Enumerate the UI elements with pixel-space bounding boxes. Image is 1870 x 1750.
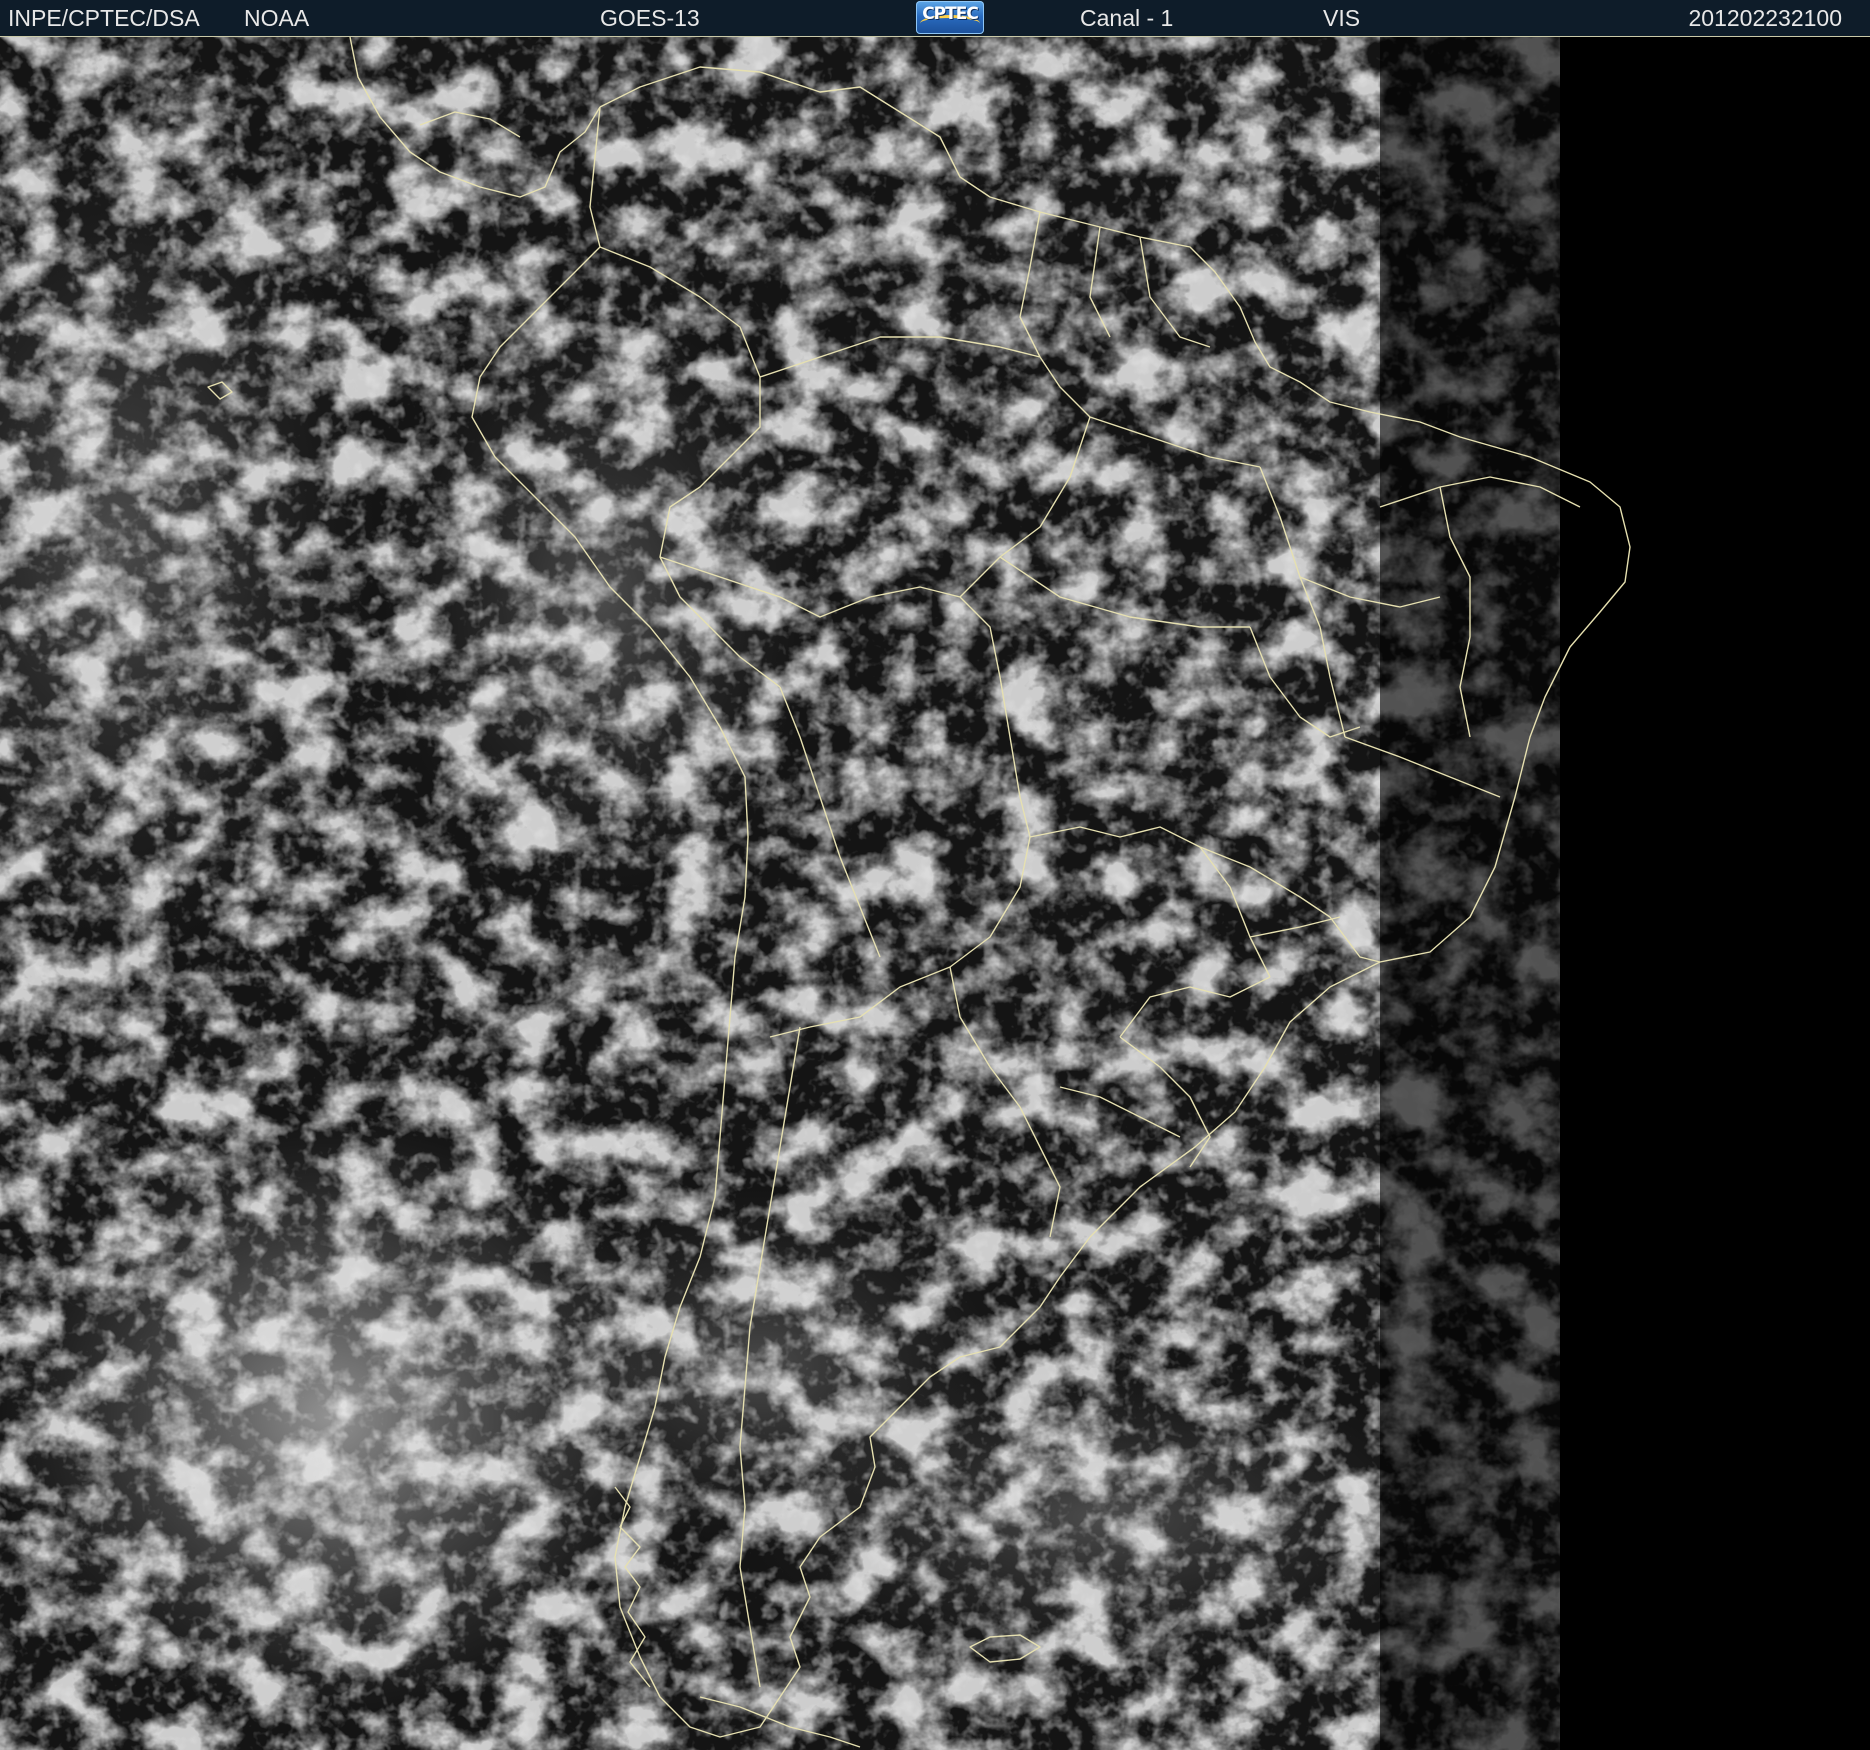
band-label: VIS (1323, 5, 1361, 31)
satellite-image (0, 37, 1870, 1750)
cptec-logo-icon: CPTEC (916, 1, 984, 34)
logo-text: CPTEC (922, 4, 979, 24)
agency-label: INPE/CPTEC/DSA (8, 5, 200, 31)
image-header-bar: INPE/CPTEC/DSA NOAA GOES-13 CPTEC Canal … (0, 0, 1870, 37)
satellite-label: GOES-13 (600, 5, 700, 31)
daylight-region (0, 37, 1560, 1750)
channel-label: Canal - 1 (1080, 5, 1174, 31)
terminator-shade (1380, 37, 1580, 1750)
partner-label: NOAA (244, 5, 310, 31)
timestamp-label: 201202232100 (1688, 5, 1843, 31)
